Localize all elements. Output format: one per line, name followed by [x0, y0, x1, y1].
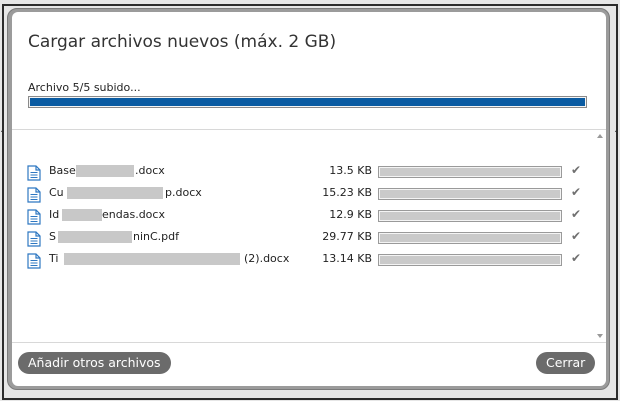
- document-icon: [27, 231, 41, 247]
- document-icon: [27, 253, 41, 269]
- file-row: S ninC.pdf 29.77 KB ✔: [12, 227, 594, 249]
- file-progress-bar: [378, 188, 562, 200]
- file-row: Id endas.docx 12.9 KB ✔: [12, 205, 594, 227]
- overall-progress-fill: [30, 98, 585, 106]
- file-name-end: .docx: [135, 164, 165, 177]
- checkmark-icon: ✔: [571, 163, 582, 177]
- file-size: 13.14 KB: [322, 252, 372, 265]
- file-progress-fill: [380, 190, 560, 198]
- file-size: 29.77 KB: [322, 230, 372, 243]
- file-progress-bar: [378, 166, 562, 178]
- file-name-start: S: [49, 230, 56, 243]
- redacted-filename: [67, 187, 163, 199]
- file-name-end: p.docx: [165, 186, 202, 199]
- file-name-start: Base: [49, 164, 76, 177]
- file-name-end: endas.docx: [102, 208, 165, 221]
- file-row: Cu p.docx 15.23 KB ✔: [12, 183, 594, 205]
- file-name-start: Ti: [49, 252, 59, 265]
- file-name-start: Id: [49, 208, 60, 221]
- divider: [12, 342, 606, 343]
- checkmark-icon: ✔: [571, 207, 582, 221]
- file-name-end: (2).docx: [244, 252, 290, 265]
- overall-progress-label: Archivo 5/5 subido...: [28, 81, 141, 94]
- document-icon: [27, 165, 41, 181]
- upload-dialog: Cargar archivos nuevos (máx. 2 GB) Archi…: [12, 12, 606, 386]
- file-list[interactable]: Base .docx 13.5 KB ✔ Cu p.docx 15.23 KB: [12, 130, 594, 343]
- file-size: 12.9 KB: [329, 208, 372, 221]
- file-list-scrollbar[interactable]: [594, 130, 606, 343]
- document-icon: [27, 187, 41, 203]
- checkmark-icon: ✔: [571, 229, 582, 243]
- scroll-down-arrow-icon[interactable]: [597, 334, 603, 338]
- file-size: 15.23 KB: [322, 186, 372, 199]
- file-size: 13.5 KB: [329, 164, 372, 177]
- file-row: Ti (2).docx 13.14 KB ✔: [12, 249, 594, 271]
- file-progress-bar: [378, 232, 562, 244]
- redacted-filename: [62, 209, 102, 221]
- redacted-filename: [58, 231, 132, 243]
- close-button[interactable]: Cerrar: [536, 352, 596, 374]
- redacted-filename: [64, 253, 240, 265]
- file-progress-bar: [378, 210, 562, 222]
- file-progress-fill: [380, 256, 560, 264]
- file-name-start: Cu: [49, 186, 64, 199]
- overall-progress-bar: [28, 96, 587, 108]
- add-files-button[interactable]: Añadir otros archivos: [18, 352, 171, 374]
- document-icon: [27, 209, 41, 225]
- checkmark-icon: ✔: [571, 251, 582, 265]
- scroll-up-arrow-icon[interactable]: [597, 134, 603, 138]
- file-progress-fill: [380, 234, 560, 242]
- file-progress-fill: [380, 168, 560, 176]
- file-name-end: ninC.pdf: [133, 230, 180, 243]
- file-progress-bar: [378, 254, 562, 266]
- checkmark-icon: ✔: [571, 185, 582, 199]
- file-row: Base .docx 13.5 KB ✔: [12, 161, 594, 183]
- dialog-title: Cargar archivos nuevos (máx. 2 GB): [28, 32, 337, 52]
- redacted-filename: [76, 165, 134, 177]
- file-progress-fill: [380, 212, 560, 220]
